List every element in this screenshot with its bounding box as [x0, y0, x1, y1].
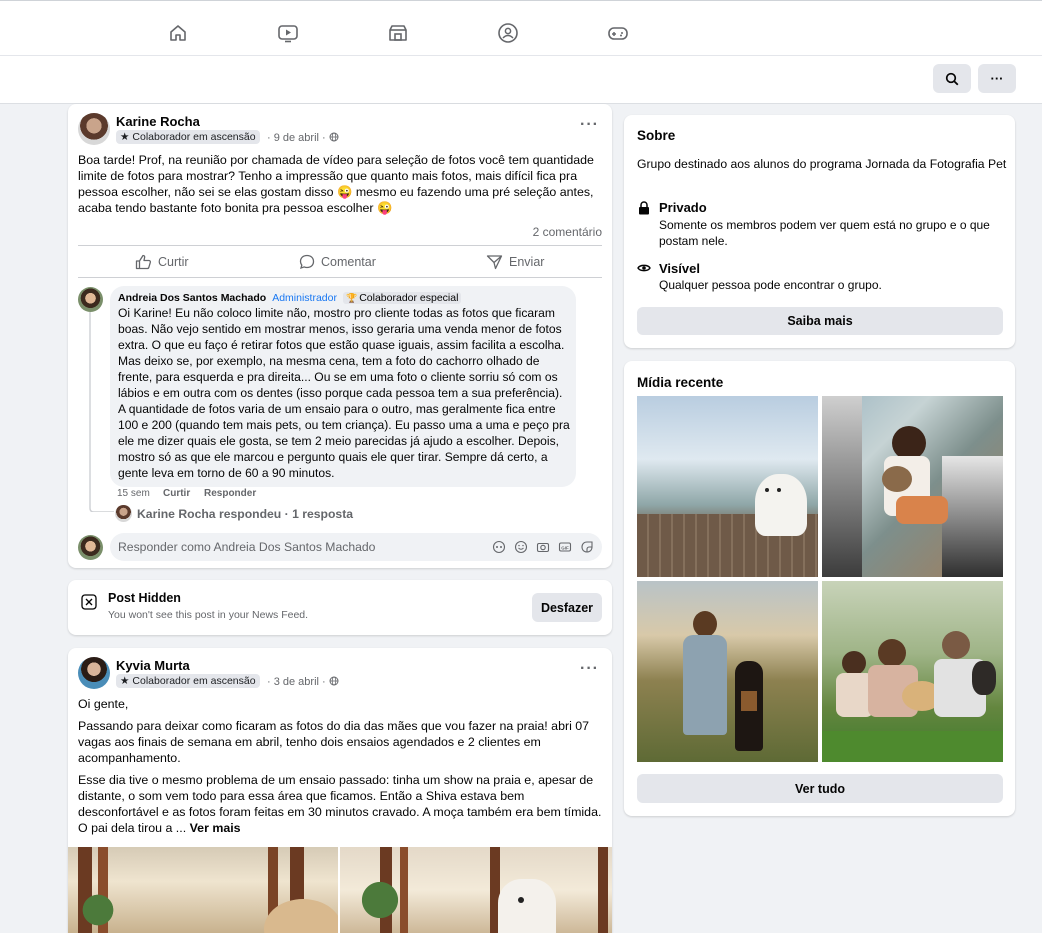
hidden-post-icon	[81, 594, 97, 610]
post-card: Karine Rocha ★ Colaborador em ascensão · …	[68, 104, 612, 568]
thread-line	[89, 312, 114, 512]
post-photo[interactable]	[340, 847, 612, 933]
avatar[interactable]	[78, 287, 103, 312]
avatar-sticker-icon[interactable]	[492, 540, 506, 554]
avatar[interactable]	[78, 113, 110, 145]
more-options-button[interactable]: ···	[978, 64, 1016, 93]
post-date-text: · 3 de abril ·	[267, 676, 326, 688]
about-description: Grupo destinado aos alunos do programa J…	[637, 157, 1007, 171]
marketplace-icon[interactable]	[386, 21, 410, 45]
comment-count[interactable]: 2 comentário	[533, 225, 602, 239]
visibility-description: Qualquer pessoa pode encontrar o grupo.	[659, 278, 882, 292]
media-photo[interactable]	[822, 396, 1003, 577]
camera-icon[interactable]	[536, 540, 550, 554]
gif-icon[interactable]: GIF	[558, 540, 572, 554]
top-navigation	[0, 0, 1042, 56]
comment-button[interactable]: Comentar	[299, 252, 376, 272]
trophy-icon: 🏆	[345, 292, 358, 303]
badge-label: Colaborador em ascensão	[132, 675, 256, 687]
comment-like[interactable]: Curtir	[163, 488, 190, 499]
post-author[interactable]: Kyvia Murta	[116, 658, 190, 673]
globe-icon	[329, 132, 339, 142]
privacy-title: Privado	[659, 200, 707, 215]
reply-summary[interactable]: Karine Rocha respondeu · 1 resposta	[137, 507, 353, 521]
send-button[interactable]: Enviar	[486, 252, 544, 272]
send-label: Enviar	[509, 255, 545, 269]
media-photo[interactable]	[822, 581, 1003, 762]
comment-bubble: Andreia Dos Santos Machado Administrador…	[110, 286, 576, 487]
send-icon	[486, 255, 503, 270]
recent-media-card: Mídia recente Ver tudo	[624, 361, 1015, 816]
about-card: Sobre Grupo destinado aos alunos do prog…	[624, 115, 1015, 348]
gaming-icon[interactable]	[606, 21, 630, 45]
groups-icon[interactable]	[496, 21, 520, 45]
emoji-icon[interactable]	[514, 540, 528, 554]
comment-label: Comentar	[321, 255, 376, 269]
post-text: Boa tarde! Prof, na reunião por chamada …	[78, 153, 594, 215]
lock-icon	[639, 201, 649, 215]
group-toolbar: ···	[0, 56, 1042, 104]
divider	[78, 245, 602, 246]
post-date[interactable]: · 9 de abril ·	[267, 132, 339, 144]
reply-placeholder: Responder como Andreia Dos Santos Machad…	[118, 540, 376, 554]
divider	[78, 277, 602, 278]
comment-icon	[299, 254, 315, 270]
post-photo[interactable]	[68, 847, 338, 933]
see-all-button[interactable]: Ver tudo	[637, 774, 1003, 803]
comment-author[interactable]: Andreia Dos Santos Machado	[118, 292, 266, 304]
search-button[interactable]	[933, 64, 971, 93]
admin-label: Administrador	[272, 292, 337, 304]
privacy-description: Somente os membros podem ver quem está n…	[659, 218, 990, 248]
like-label: Curtir	[158, 255, 189, 269]
post-paragraph: Passando para deixar como ficaram as fot…	[78, 719, 590, 765]
contributor-badge: ★ Colaborador em ascensão	[116, 674, 260, 688]
globe-icon	[329, 676, 339, 686]
post-date-text: · 9 de abril ·	[267, 132, 326, 144]
reply-input[interactable]: Responder como Andreia Dos Santos Machad…	[110, 533, 602, 561]
avatar	[78, 535, 103, 560]
post-date[interactable]: · 3 de abril ·	[267, 676, 339, 688]
comment-header: Andreia Dos Santos Machado Administrador…	[118, 292, 462, 304]
special-badge-label: Colaborador especial	[359, 292, 459, 304]
hidden-title: Post Hidden	[108, 591, 181, 605]
like-button[interactable]: Curtir	[135, 252, 189, 272]
star-icon: ★	[120, 131, 130, 143]
learn-more-button[interactable]: Saiba mais	[637, 307, 1003, 335]
about-title: Sobre	[637, 128, 676, 143]
reply-tools: GIF	[492, 540, 594, 554]
eye-icon	[637, 264, 651, 272]
svg-text:GIF: GIF	[561, 545, 569, 550]
visibility-title: Visível	[659, 261, 700, 276]
sticker-icon[interactable]	[580, 540, 594, 554]
search-icon	[945, 72, 959, 85]
see-more-link[interactable]: Ver mais	[190, 821, 241, 835]
post-author[interactable]: Karine Rocha	[116, 114, 200, 129]
post-options-icon[interactable]: ···	[580, 116, 599, 134]
undo-button[interactable]: Desfazer	[532, 593, 602, 622]
post-paragraph-text: Esse dia tive o mesmo problema de um ens…	[78, 773, 602, 835]
hidden-subtitle: You won't see this post in your News Fee…	[108, 609, 309, 621]
comment-reply[interactable]: Responder	[204, 488, 256, 499]
avatar	[115, 505, 132, 522]
media-photo[interactable]	[637, 581, 818, 762]
avatar[interactable]	[78, 657, 110, 689]
home-icon[interactable]	[166, 21, 190, 45]
comment-text: Oi Karine! Eu não coloco limite não, mos…	[118, 306, 570, 480]
media-title: Mídia recente	[637, 375, 724, 390]
post-card: Kyvia Murta ★ Colaborador em ascensão · 3…	[68, 648, 612, 933]
post-greeting: Oi gente,	[78, 697, 129, 711]
comment-time[interactable]: 15 sem	[117, 488, 150, 499]
watch-icon[interactable]	[276, 21, 300, 45]
media-photo[interactable]	[637, 396, 818, 577]
contributor-badge: ★ Colaborador em ascensão	[116, 130, 260, 144]
post-options-icon[interactable]: ···	[580, 660, 599, 678]
star-icon: ★	[120, 675, 130, 687]
thumbs-up-icon	[135, 254, 152, 270]
special-badge: 🏆 Colaborador especial	[342, 292, 462, 304]
post-paragraph: Esse dia tive o mesmo problema de um ens…	[78, 772, 608, 836]
badge-label: Colaborador em ascensão	[132, 131, 256, 143]
post-hidden-card: Post Hidden You won't see this post in y…	[68, 580, 612, 635]
